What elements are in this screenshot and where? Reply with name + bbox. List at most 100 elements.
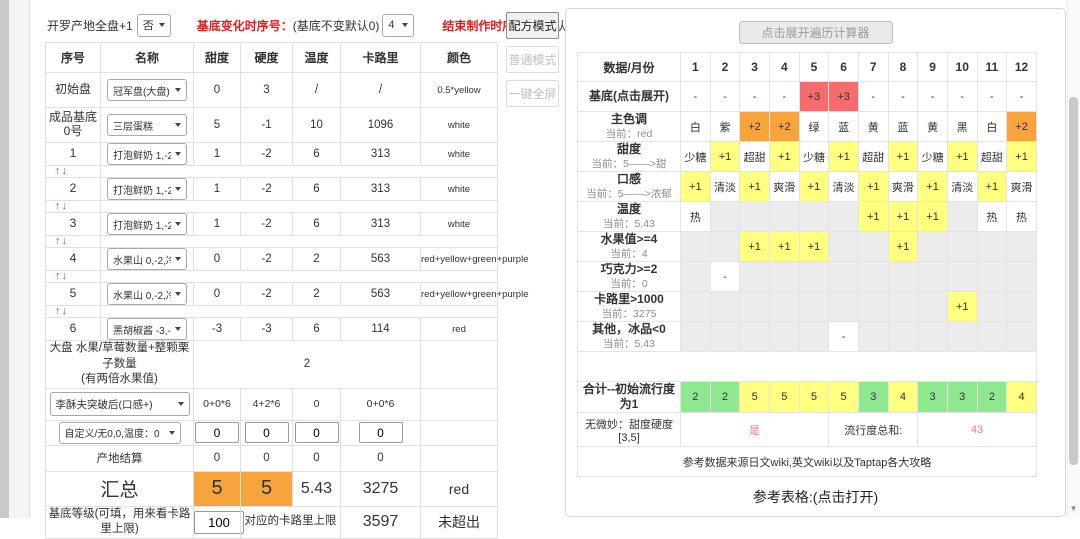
ingredient-select[interactable]: 水果山 0,-2,冷: [107, 248, 187, 270]
value-cell: -3: [193, 317, 241, 341]
custom-input-hard[interactable]: [244, 422, 289, 444]
month-cell: 5: [828, 381, 859, 413]
base-change-hint: (基底不变默认0): [292, 18, 380, 33]
month-cell: -: [857, 81, 889, 112]
month-header: 7: [857, 52, 889, 82]
month-cell: 2: [680, 381, 711, 413]
mode-switcher: 配方模式 普通模式 一键全屏: [506, 12, 559, 114]
custom-select[interactable]: 自定义/无0,0,温度：0: [58, 421, 181, 444]
recipe-table-header: 序号 名称 甜度 硬度 温度 卡路里 颜色: [45, 42, 498, 73]
month-cell: -: [887, 81, 919, 112]
reorder-arrows[interactable]: ↑↓: [45, 270, 101, 283]
column-header: 序号: [45, 42, 101, 73]
value-cell: -2: [240, 142, 293, 166]
month-cell: +2: [1006, 111, 1037, 142]
total-label: 汇总: [45, 470, 194, 507]
custom-input-cal[interactable]: [358, 422, 403, 444]
base-level-input[interactable]: [194, 510, 244, 534]
month-header: 9: [917, 52, 948, 82]
base-change-select[interactable]: 4: [382, 13, 415, 37]
reorder-row: ↑↓: [45, 165, 498, 178]
table-row: 4 水果山 0,-2,冷 0 -2 2 563 red+yellow+green+purpl…: [45, 247, 528, 271]
subtle-check-label: 无微妙：甜度硬度[3,5]: [577, 412, 681, 447]
ingredient-select[interactable]: 黑胡椒酱 -3,-3,冷: [107, 318, 187, 340]
move-down-icon[interactable]: ↓: [62, 235, 69, 247]
column-header: 颜色: [420, 42, 498, 73]
month-cell: [976, 231, 1008, 262]
expand-calculator-button[interactable]: 点击展开遍历计算器: [738, 21, 893, 44]
row-label: 水果值>=4 当前：4: [577, 231, 681, 262]
value-cell: 313: [340, 142, 421, 166]
fullscreen-button[interactable]: 一键全屏: [506, 80, 559, 107]
bonus-value: 4+2*6: [240, 387, 293, 421]
value-cell: 1096: [340, 107, 421, 143]
origin-value: 0: [193, 444, 241, 472]
ingredient-select[interactable]: 三层蛋糕: [107, 114, 187, 136]
value-cell: 0: [193, 247, 241, 271]
popularity-sum-label: 流行度总和:: [828, 412, 919, 447]
month-cell: [917, 261, 948, 292]
month-cell: [798, 261, 830, 292]
corner-header: 数据/月份: [577, 52, 681, 82]
ingredient-select[interactable]: 打泡鲜奶 1,-2,冷: [107, 213, 187, 235]
chevron-down-icon: [402, 23, 409, 27]
row-label[interactable]: 基底(点击展开): [577, 81, 681, 112]
month-cell: +1: [887, 141, 919, 172]
move-down-icon[interactable]: ↓: [62, 305, 69, 317]
month-cell: +1: [946, 141, 978, 172]
month-cell: [946, 231, 978, 262]
value-cell: 563: [340, 247, 421, 271]
custom-input-sweet[interactable]: [195, 422, 239, 444]
ingredient-select[interactable]: 打泡鲜奶 1,-2,冷: [107, 143, 187, 165]
value-cell: 2: [292, 247, 341, 271]
color-cell: red: [420, 317, 498, 341]
row-index: 6: [45, 317, 101, 341]
month-cell: 黄: [857, 111, 889, 142]
color-cell: 0.5*yellow: [420, 72, 498, 108]
month-cell: [887, 261, 919, 292]
scroll-down-icon[interactable]: ▼: [1067, 501, 1080, 515]
month-cell: 清淡: [709, 171, 741, 202]
reorder-arrows[interactable]: ↑↓: [45, 305, 101, 318]
month-cell: 少糖: [798, 141, 830, 172]
month-cell: 热: [976, 201, 1008, 232]
month-cell: [976, 321, 1008, 352]
chevron-down-icon: [175, 327, 181, 331]
month-cell: 2: [709, 381, 741, 413]
custom-input-temp[interactable]: [294, 422, 339, 444]
row-label: 甜度 当前：5——>甜: [577, 141, 681, 172]
move-down-icon[interactable]: ↓: [62, 165, 69, 177]
month-cell: +1: [768, 141, 800, 172]
recipe-mode-button[interactable]: 配方模式: [506, 12, 559, 39]
month-cell: 超甜: [857, 141, 889, 172]
month-cell: [798, 321, 830, 352]
month-cell: -: [709, 81, 741, 112]
ingredient-select[interactable]: 水果山 0,-2,冷: [107, 283, 187, 305]
bonus-select[interactable]: 李酥夫突破后(口感+): [49, 392, 190, 417]
move-down-icon[interactable]: ↓: [62, 200, 69, 212]
reorder-arrows[interactable]: ↑↓: [45, 235, 101, 248]
kairo-full-select[interactable]: 否: [136, 13, 171, 37]
normal-mode-button[interactable]: 普通模式: [506, 46, 559, 73]
month-cell: +1: [1006, 141, 1037, 172]
value-cell: 563: [340, 282, 421, 306]
total-calories: 3275: [340, 470, 421, 507]
data-row: 其他，冰品<0 当前：5.43 -: [577, 321, 1037, 352]
reference-table-link[interactable]: 参考表格:(点击打开): [566, 487, 1065, 507]
month-cell: +1: [887, 201, 919, 232]
chevron-down-icon: [175, 257, 181, 261]
value-cell: 114: [340, 317, 421, 341]
ingredient-select[interactable]: 冠军盘(大盘): [107, 79, 187, 101]
month-cell: -: [828, 321, 859, 352]
origin-settle-row: 产地结算 0 0 0 0: [45, 444, 498, 472]
reorder-arrows[interactable]: ↑↓: [45, 165, 101, 178]
move-down-icon[interactable]: ↓: [62, 270, 69, 282]
month-header: 6: [828, 52, 859, 82]
value-cell: 6: [292, 317, 341, 341]
custom-row: 自定义/无0,0,温度：0: [45, 419, 498, 446]
ingredient-select[interactable]: 打泡鲜奶 1,-2,冷: [107, 178, 187, 200]
month-cell: 黑: [946, 111, 978, 142]
scrollbar-thumb[interactable]: [1069, 97, 1078, 465]
month-cell: [857, 261, 889, 292]
reorder-arrows[interactable]: ↑↓: [45, 200, 101, 213]
